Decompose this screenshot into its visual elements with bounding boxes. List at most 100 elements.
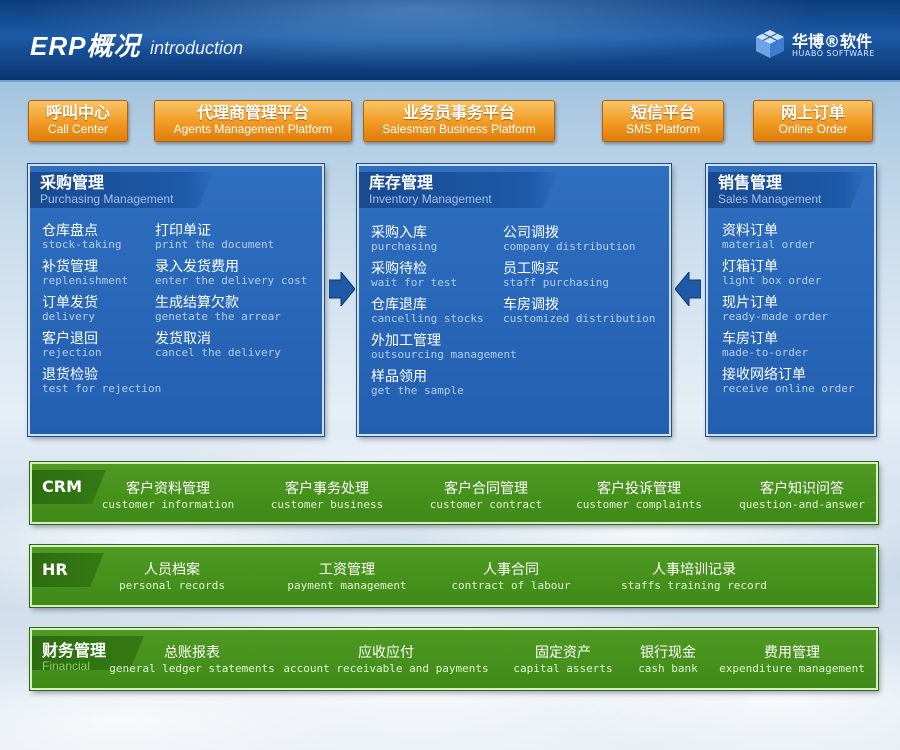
item-label-en: delivery	[42, 310, 95, 323]
panel-title: 采购管理	[40, 173, 105, 192]
receivable-payments-item[interactable]: 应收应付 account receivable and payments	[276, 645, 496, 675]
arrear-item[interactable]: 生成结算欠款 genetate the arrear	[155, 295, 281, 323]
item-label: 人事合同	[483, 562, 539, 578]
salesman-platform-button[interactable]: 业务员事务平台 Salesman Business Platform	[363, 100, 555, 142]
cash-bank-item[interactable]: 银行现金 cash bank	[630, 645, 706, 675]
item-label-en: customer complaints	[576, 498, 702, 511]
company-distribution-item[interactable]: 公司调拨 company distribution	[503, 225, 635, 253]
item-label-en: get the sample	[371, 384, 464, 397]
button-label-en: Salesman Business Platform	[382, 122, 536, 136]
expenditure-management-item[interactable]: 费用管理 expenditure management	[712, 645, 872, 675]
item-label: 费用管理	[764, 645, 820, 661]
item-label: 工资管理	[319, 562, 375, 578]
made-to-order-item[interactable]: 车房订单 made-to-order	[722, 331, 808, 359]
purchasing-in-item[interactable]: 采购入库 purchasing	[371, 225, 437, 253]
item-label: 采购入库	[371, 225, 427, 241]
light-box-order-item[interactable]: 灯箱订单 light box order	[722, 259, 821, 287]
staff-purchasing-item[interactable]: 员工购买 staff purchasing	[503, 261, 609, 289]
item-label: 补货管理	[42, 259, 98, 275]
cancel-delivery-item[interactable]: 发货取消 cancel the delivery	[155, 331, 281, 359]
panel-title-en: Purchasing Management	[40, 192, 174, 206]
item-label: 客户退回	[42, 331, 98, 347]
item-label-en: cancelling stocks	[371, 312, 484, 325]
item-label: 退货检验	[42, 367, 98, 383]
item-label: 总账报表	[164, 645, 220, 661]
button-label: 业务员事务平台	[402, 103, 515, 122]
question-answer-item[interactable]: 客户知识问答 question-and-answer	[732, 481, 872, 511]
item-label: 客户合同管理	[444, 481, 528, 497]
item-label-en: personal records	[119, 579, 225, 592]
item-label: 员工购买	[503, 261, 559, 277]
button-label: 网上订单	[780, 103, 845, 122]
replenishment-item[interactable]: 补货管理 replenishment	[42, 259, 128, 287]
outsourcing-item[interactable]: 外加工管理 outsourcing management	[371, 333, 517, 361]
purchasing-title: 采购管理 Purchasing Management	[30, 172, 214, 208]
online-order-button[interactable]: 网上订单 Online Order	[753, 100, 873, 142]
item-label-en: customer contract	[429, 498, 543, 511]
item-label-en: staff purchasing	[503, 276, 609, 289]
button-label: 代理商管理平台	[196, 103, 309, 122]
wait-test-item[interactable]: 采购待检 wait for test	[371, 261, 457, 289]
button-label: 短信平台	[630, 103, 695, 122]
capital-assets-item[interactable]: 固定资产 capital asserts	[504, 645, 622, 675]
call-center-button[interactable]: 呼叫中心 Call Center	[28, 100, 128, 142]
agents-platform-button[interactable]: 代理商管理平台 Agents Management Platform	[154, 100, 352, 142]
item-label-en: test for rejection	[42, 382, 162, 395]
rejection-item[interactable]: 客户退回 rejection	[42, 331, 102, 359]
customer-complaints-item[interactable]: 客户投诉管理 customer complaints	[569, 481, 709, 511]
material-order-item[interactable]: 资料订单 material order	[722, 223, 815, 251]
item-label: 外加工管理	[371, 333, 441, 349]
rejection-test-item[interactable]: 退货检验 test for rejection	[42, 367, 161, 395]
ready-made-order-item[interactable]: 现片订单 ready-made order	[722, 295, 828, 323]
button-label-en: SMS Platform	[625, 122, 700, 136]
item-label-en: customer business	[270, 498, 384, 511]
item-label-en: payment management	[287, 579, 407, 592]
item-label-en: cancel the delivery	[155, 346, 281, 359]
item-label-en: customer information	[101, 498, 235, 511]
crm-bar: CRM 客户资料管理 customer information 客户事务处理 c…	[30, 462, 878, 524]
panel-title: 销售管理	[718, 173, 783, 192]
labour-contract-item[interactable]: 人事合同 contract of labour	[441, 562, 581, 592]
item-label-en: cash bank	[638, 662, 698, 675]
stock-taking-item[interactable]: 仓库盘点 stock-taking	[42, 223, 121, 251]
item-label: 客户知识问答	[760, 481, 844, 497]
item-label-en: purchasing	[371, 240, 438, 253]
bar-title: CRM	[42, 477, 82, 496]
finance-bar: 财务管理 Financial 总账报表 general ledger state…	[30, 628, 878, 690]
customized-distribution-item[interactable]: 车房调拨 customized distribution	[503, 297, 655, 325]
customer-contract-item[interactable]: 客户合同管理 customer contract	[416, 481, 556, 511]
item-label: 仓库退库	[371, 297, 427, 313]
page-title: ERP概况	[30, 31, 141, 61]
order-delivery-item[interactable]: 订单发货 delivery	[42, 295, 98, 323]
item-label: 采购待检	[371, 261, 427, 277]
inventory-panel: 库存管理 Inventory Management 采购入库 purchasin…	[357, 164, 671, 436]
get-sample-item[interactable]: 样品领用 get the sample	[371, 369, 464, 397]
customer-business-item[interactable]: 客户事务处理 customer business	[262, 481, 392, 511]
training-record-item[interactable]: 人事培训记录 staffs training record	[609, 562, 779, 592]
online-order-item[interactable]: 接收网络订单 receive online order	[722, 367, 854, 395]
cancelling-stocks-item[interactable]: 仓库退库 cancelling stocks	[371, 297, 484, 325]
payment-management-item[interactable]: 工资管理 payment management	[277, 562, 417, 592]
personal-records-item[interactable]: 人员档案 personal records	[102, 562, 242, 592]
button-label: 呼叫中心	[45, 103, 110, 122]
item-label-en: made-to-order	[722, 346, 809, 359]
item-label: 应收应付	[358, 645, 414, 661]
arrow-left-icon	[675, 272, 701, 306]
ledger-statements-item[interactable]: 总账报表 general ledger statements	[92, 645, 292, 675]
panel-title-en: Inventory Management	[369, 192, 492, 206]
item-label: 人事培训记录	[652, 562, 736, 578]
item-label-en: genetate the arrear	[155, 310, 281, 323]
header-bar: ERP概况 introduction 华博®软件 HUABO SOFTWARE	[0, 0, 900, 82]
arrow-right-icon	[329, 272, 355, 306]
item-label: 银行现金	[640, 645, 696, 661]
customer-information-item[interactable]: 客户资料管理 customer information	[98, 481, 238, 511]
sms-platform-button[interactable]: 短信平台 SMS Platform	[602, 100, 724, 142]
button-label-en: Online Order	[778, 122, 848, 136]
delivery-cost-item[interactable]: 录入发货费用 enter the delivery cost	[155, 259, 307, 287]
item-label-en: light box order	[722, 274, 822, 287]
item-label-en: receive online order	[722, 382, 855, 395]
item-label: 仓库盘点	[42, 223, 98, 239]
item-label: 客户投诉管理	[597, 481, 681, 497]
button-label-en: Agents Management Platform	[173, 122, 333, 136]
print-document-item[interactable]: 打印单证 print the document	[155, 223, 274, 251]
